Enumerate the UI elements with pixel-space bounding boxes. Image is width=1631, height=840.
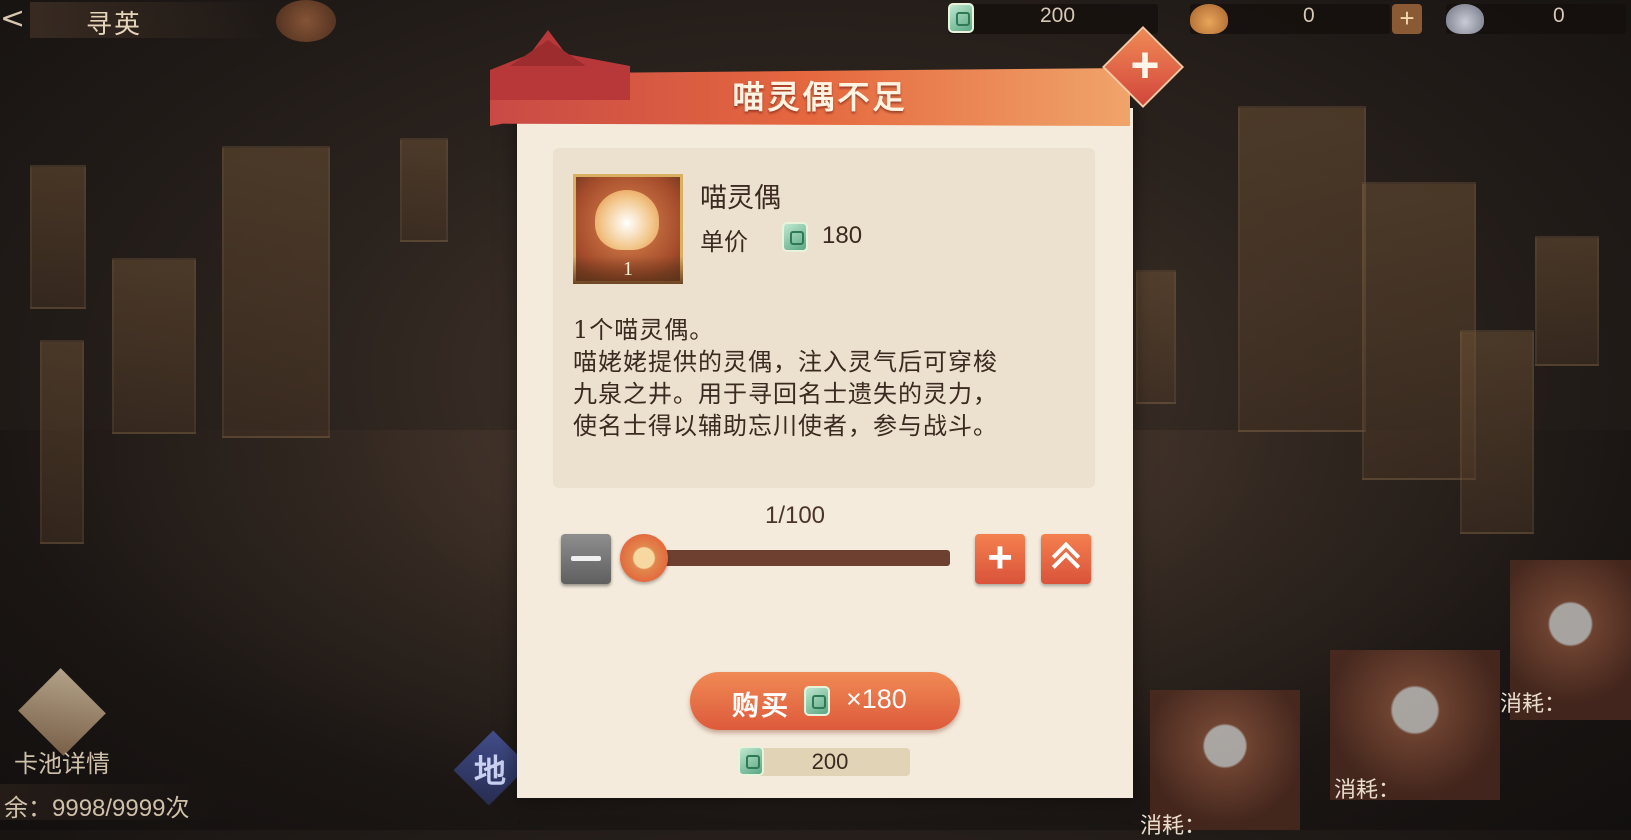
background-scroll <box>1136 270 1176 404</box>
husky-token-icon <box>1446 4 1484 34</box>
unit-price-value: 180 <box>822 222 863 249</box>
cost-label: 消耗： <box>1334 778 1401 803</box>
add-cat-token-button[interactable]: + <box>1392 4 1422 34</box>
jade-icon <box>782 222 808 252</box>
background-scroll <box>1362 182 1476 480</box>
decrease-quantity-button[interactable] <box>561 534 611 584</box>
back-button[interactable]: < <box>0 4 34 38</box>
background-scroll <box>400 138 448 242</box>
roof-ornament-icon <box>490 30 630 100</box>
item-count-strip: 1 <box>573 256 683 284</box>
background-scroll <box>1238 106 1366 432</box>
buy-button-label[interactable]: 购买 <box>732 684 790 723</box>
title-bar <box>30 2 270 38</box>
background-scroll <box>1535 236 1599 366</box>
background-scroll <box>40 340 84 544</box>
dialog-title: 喵灵偶不足 <box>732 78 908 116</box>
background-scroll <box>222 146 330 438</box>
cat-doll-icon <box>595 190 659 250</box>
cost-label: 消耗： <box>1140 814 1207 839</box>
item-name: 喵灵偶 <box>700 183 781 214</box>
jade-icon <box>738 746 764 776</box>
owned-jade-amount: 200 <box>811 749 849 774</box>
quantity-slider-track[interactable] <box>640 550 950 566</box>
quantity-display: 1/100 <box>764 502 826 529</box>
item-count: 1 <box>623 258 633 280</box>
description-line: 使名士得以辅助忘川使者，参与战斗。 <box>573 412 998 440</box>
max-quantity-button[interactable] <box>1041 534 1091 584</box>
buy-cost[interactable]: ×180 <box>846 684 907 715</box>
card-pool-details-label[interactable]: 卡池详情 <box>14 744 110 779</box>
description-line: 九泉之井。用于寻回名士遗失的灵力， <box>573 380 998 408</box>
item-description: 1个喵灵偶。 喵姥姥提供的灵偶，注入灵气后可穿梭 九泉之井。用于寻回名士遗失的灵… <box>573 314 1073 442</box>
cat-token-amount: 0 <box>1303 4 1315 27</box>
cost-label: 消耗： <box>1500 692 1567 717</box>
jade-icon <box>948 3 974 33</box>
husky-token-amount: 0 <box>1553 4 1565 27</box>
description-line: 喵姥姥提供的灵偶，注入灵气后可穿梭 <box>573 348 998 376</box>
close-icon[interactable]: + <box>1118 40 1172 94</box>
increase-quantity-button[interactable]: + <box>975 534 1025 584</box>
page-title: 寻英 <box>86 10 143 40</box>
quantity-slider-thumb[interactable] <box>620 534 668 582</box>
emblem-icon <box>276 0 336 42</box>
cat-token-icon <box>1190 4 1228 34</box>
description-line: 1个喵灵偶。 <box>573 316 715 344</box>
background-scroll <box>30 165 86 309</box>
remaining-count: 余：9998/9999次 <box>4 795 190 822</box>
jade-icon <box>804 686 830 716</box>
back-arrow-icon: < <box>0 1 26 36</box>
jade-amount: 200 <box>1040 4 1076 27</box>
background-scroll <box>112 258 196 434</box>
unit-price-label: 单价 <box>700 228 748 256</box>
earth-badge-label: 地 <box>474 752 507 790</box>
top-bar: < 寻英 200 0 + 0 <box>0 0 1631 42</box>
background-scroll <box>1460 330 1534 534</box>
